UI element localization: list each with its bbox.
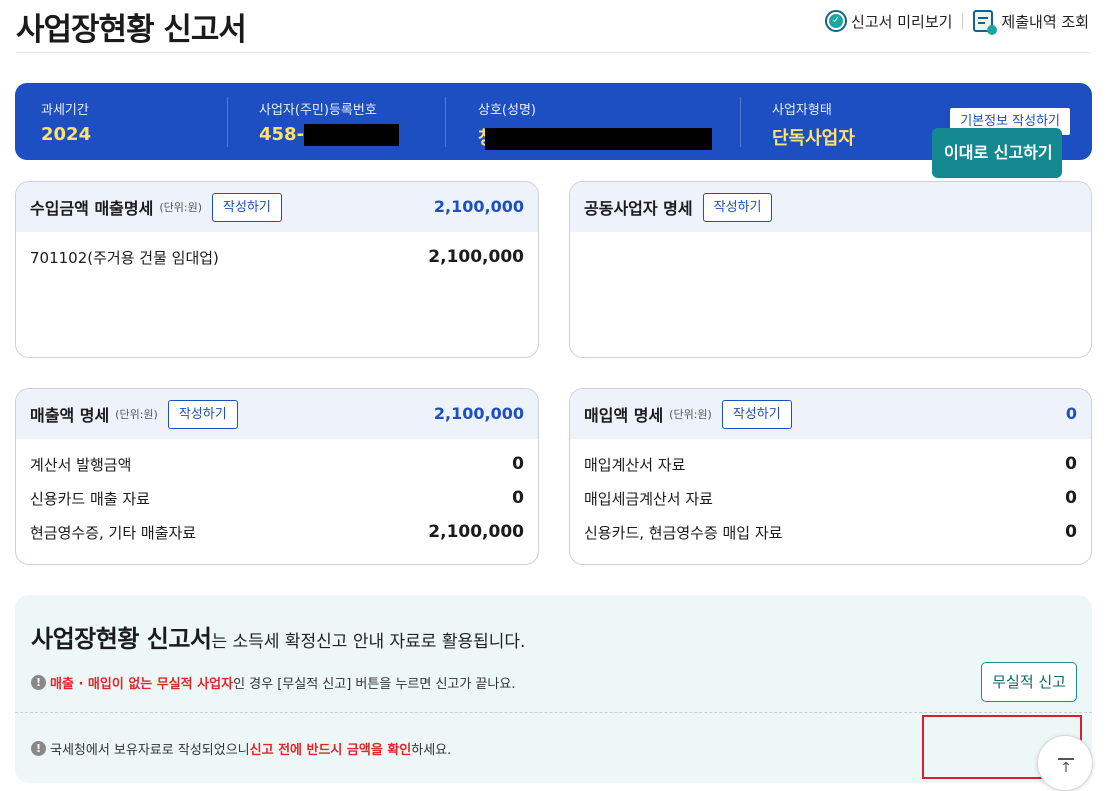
divider (445, 97, 446, 147)
divider (15, 712, 1092, 713)
preview-link-label: 신고서 미리보기 (851, 12, 953, 31)
card-total: 2,100,000 (433, 197, 524, 216)
basic-info-banner: 과세기간 2024 사업자(주민)등록번호 458- 상호(성명) 청 사업자형… (15, 83, 1092, 160)
card-total: 0 (1065, 404, 1077, 423)
divider (740, 97, 741, 147)
list-item: 계산서 발행금액 0 (30, 447, 524, 481)
row-amount: 2,100,000 (428, 522, 524, 542)
row-amount: 0 (1065, 522, 1077, 542)
edit-income-button[interactable]: 작성하기 (212, 192, 282, 222)
notice-text: 하세요. (411, 743, 452, 758)
notice-text: 국세청에서 보유자료로 작성되었으니 (50, 743, 250, 758)
card-title: 매입액 명세 (584, 406, 664, 425)
business-type: 사업자형태 단독사업자 (772, 99, 855, 150)
biz-type-label: 사업자형태 (772, 103, 832, 118)
tax-period-label: 과세기간 (41, 103, 89, 118)
tax-period: 과세기간 2024 (41, 99, 91, 145)
row-label: 신용카드 매출 자료 (30, 489, 150, 508)
card-title: 매출액 명세 (30, 406, 110, 425)
history-link[interactable]: 제출내역 조회 (973, 10, 1089, 35)
list-item: 신용카드, 현금영수증 매입 자료 0 (584, 515, 1077, 549)
list-item: 신용카드 매출 자료 0 (30, 481, 524, 515)
unit-label: (단위:원) (159, 201, 202, 214)
card-title: 수입금액 매출명세 (30, 199, 154, 218)
unit-label: (단위:원) (669, 408, 712, 421)
card-total: 2,100,000 (433, 404, 524, 423)
divider (962, 13, 964, 29)
nil-report-button[interactable]: 무실적 신고 (981, 662, 1077, 702)
exclamation-icon: ! (31, 741, 46, 756)
exclamation-icon: ! (31, 675, 46, 690)
panel-heading-bold: 사업장현황 신고서 (31, 625, 212, 653)
list-item: 701102(주거용 건물 임대업) 2,100,000 (30, 240, 524, 274)
trade-name: 상호(성명) 청 (478, 99, 712, 150)
arrow-up-icon: ↑ (1060, 760, 1072, 776)
panel-heading-rest: 는 소득세 확정신고 안내 자료로 활용됩니다. (211, 632, 526, 652)
scroll-to-top-button[interactable]: ↑ (1037, 735, 1093, 791)
edit-sales-button[interactable]: 작성하기 (167, 399, 238, 429)
redaction-bar (304, 124, 400, 146)
row-amount: 0 (1065, 454, 1077, 474)
row-label: 현금영수증, 기타 매출자료 (30, 523, 197, 542)
reg-no-value: 458- (259, 124, 305, 145)
check-notice: ! 국세청에서 보유자료로 작성되었으니 신고 전에 반드시 금액을 확인 하세요… (31, 739, 451, 758)
unit-label: (단위:원) (115, 408, 158, 421)
divider (227, 97, 228, 147)
row-label: 701102(주거용 건물 임대업) (30, 248, 219, 267)
page-title: 사업장현황 신고서 (16, 12, 247, 48)
tax-period-value: 2024 (41, 124, 92, 145)
row-amount: 0 (512, 488, 524, 508)
list-item: 매입계산서 자료 0 (584, 447, 1077, 481)
check-magnifier-icon: ✓ (825, 10, 848, 32)
row-label: 매입세금계산서 자료 (584, 489, 713, 508)
sales-card: 매출액 명세 (단위:원) 작성하기 2,100,000 계산서 발행금액 0 … (15, 388, 539, 565)
document-icon (973, 10, 998, 35)
notice-highlight: 매출 · 매입이 없는 무실적 사업자 (50, 677, 234, 692)
edit-purchase-button[interactable]: 작성하기 (721, 399, 792, 429)
notice-highlight: 신고 전에 반드시 금액을 확인 (249, 743, 412, 758)
nil-notice: ! 매출 · 매입이 없는 무실적 사업자 인 경우 [무실적 신고] 버튼을 누… (31, 673, 515, 692)
history-link-label: 제출내역 조회 (1001, 12, 1089, 31)
registration-number: 사업자(주민)등록번호 458- (259, 99, 400, 146)
preview-link[interactable]: ✓ 신고서 미리보기 (825, 10, 952, 32)
list-item: 매입세금계산서 자료 0 (584, 481, 1077, 515)
trade-name-label: 상호(성명) (478, 103, 536, 118)
row-label: 매입계산서 자료 (584, 455, 686, 474)
purchase-card: 매입액 명세 (단위:원) 작성하기 0 매입계산서 자료 0 매입세금계산서 … (569, 388, 1092, 565)
divider (16, 52, 1091, 53)
row-amount: 2,100,000 (428, 247, 524, 267)
row-amount: 0 (1065, 488, 1077, 508)
reg-no-label: 사업자(주민)등록번호 (259, 103, 377, 118)
redaction-bar (484, 128, 712, 150)
edit-partner-button[interactable]: 작성하기 (702, 192, 773, 222)
row-label: 신용카드, 현금영수증 매입 자료 (584, 523, 783, 542)
panel-heading: 사업장현황 신고서는 소득세 확정신고 안내 자료로 활용됩니다. (31, 619, 525, 654)
row-label: 계산서 발행금액 (30, 455, 132, 474)
notice-text: 인 경우 [무실적 신고] 버튼을 누르면 신고가 끝나요. (233, 677, 516, 692)
card-title: 공동사업자 명세 (584, 199, 693, 218)
submit-button[interactable]: 이대로 신고하기 (932, 128, 1062, 178)
income-sales-card: 수입금액 매출명세 (단위:원) 작성하기 2,100,000 701102(주… (15, 181, 539, 358)
top-links: ✓ 신고서 미리보기 제출내역 조회 (825, 10, 1089, 35)
biz-type-value: 단독사업자 (772, 128, 855, 149)
co-business-card: 공동사업자 명세 작성하기 (569, 181, 1092, 358)
row-amount: 0 (512, 454, 524, 474)
list-item: 현금영수증, 기타 매출자료 2,100,000 (30, 515, 524, 549)
